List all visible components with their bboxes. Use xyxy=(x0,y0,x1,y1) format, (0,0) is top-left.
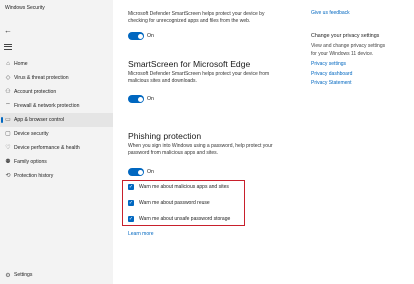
sidebar-item-home[interactable]: ⌂ Home xyxy=(0,57,113,71)
edge-toggle-label: On xyxy=(147,96,154,102)
sidebar-item-virus-threat[interactable]: ◇ Virus & threat protection xyxy=(0,71,113,85)
sidebar-item-label: Family options xyxy=(14,159,47,165)
sidebar-item-protection-history[interactable]: ⟲ Protection history xyxy=(0,169,113,183)
intro-toggle[interactable] xyxy=(128,32,144,40)
sidebar-item-app-browser[interactable]: ▭ App & browser control xyxy=(0,113,113,127)
shield-icon: ◇ xyxy=(5,75,11,81)
privacy-text-line-2: for your Windows 11 device. xyxy=(311,51,374,57)
phishing-toggle[interactable] xyxy=(128,168,144,176)
sidebar-item-account[interactable]: ⚇ Account protection xyxy=(0,85,113,99)
sidebar-item-label: App & browser control xyxy=(14,117,65,123)
privacy-dashboard-link[interactable]: Privacy dashboard xyxy=(311,71,352,77)
gear-icon: ⚙ xyxy=(5,272,11,279)
intro-toggle-label: On xyxy=(147,33,154,39)
sidebar: ← ⌂ Home ◇ Virus & threat protection ⚇ A… xyxy=(0,16,113,284)
sidebar-item-firewall[interactable]: ⌔ Firewall & network protection xyxy=(0,99,113,113)
sidebar-item-device-security[interactable]: ▢ Device security xyxy=(0,127,113,141)
sidebar-item-label: Device security xyxy=(14,131,49,137)
sidebar-item-settings[interactable]: ⚙ Settings xyxy=(0,268,113,282)
privacy-settings-link[interactable]: Privacy settings xyxy=(311,61,346,67)
learn-more-link[interactable]: Learn more xyxy=(128,231,154,237)
sidebar-item-label: Firewall & network protection xyxy=(14,103,80,109)
checkbox-label: Warn me about malicious apps and sites xyxy=(139,184,229,190)
back-arrow-icon[interactable]: ← xyxy=(4,27,12,35)
phishing-line-2: password from malicious apps and sites. xyxy=(128,150,219,156)
privacy-text-line-1: View and change privacy settings xyxy=(311,43,386,49)
home-icon: ⌂ xyxy=(6,61,10,67)
sidebar-item-family[interactable]: ⚉ Family options xyxy=(0,155,113,169)
intro-line-2: checking for unrecognized apps and files… xyxy=(128,18,251,24)
device-icon: ▢ xyxy=(5,131,11,137)
checkbox-unsafe-storage[interactable]: ✓ Warn me about unsafe password storage xyxy=(128,216,230,222)
edge-heading: SmartScreen for Microsoft Edge xyxy=(128,59,251,69)
person-icon: ⚇ xyxy=(5,89,11,95)
edge-toggle[interactable] xyxy=(128,95,144,103)
checkbox-label: Warn me about password reuse xyxy=(139,200,210,206)
heart-icon: ♡ xyxy=(5,145,11,151)
settings-label: Settings xyxy=(14,272,33,278)
family-icon: ⚉ xyxy=(5,159,11,165)
privacy-statement-link[interactable]: Privacy Statement xyxy=(311,80,352,86)
sidebar-item-label: Home xyxy=(14,61,28,67)
app-window-icon: ▭ xyxy=(5,117,11,123)
sidebar-item-label: Account protection xyxy=(14,89,57,95)
privacy-heading: Change your privacy settings xyxy=(311,33,380,39)
window-title: Windows Security xyxy=(5,5,45,11)
sidebar-item-device-performance[interactable]: ♡ Device performance & health xyxy=(0,141,113,155)
checkbox-malicious-apps[interactable]: ✓ Warn me about malicious apps and sites xyxy=(128,184,229,190)
checkmark-icon: ✓ xyxy=(128,200,134,206)
checkmark-icon: ✓ xyxy=(128,216,134,222)
phishing-toggle-label: On xyxy=(147,169,154,175)
checkbox-password-reuse[interactable]: ✓ Warn me about password reuse xyxy=(128,200,210,206)
wifi-icon: ⌔ xyxy=(5,103,11,109)
hamburger-menu-icon[interactable] xyxy=(4,42,12,51)
edge-line-2: malicious sites and downloads. xyxy=(128,78,197,84)
checkmark-icon: ✓ xyxy=(128,184,134,190)
history-icon: ⟲ xyxy=(5,173,11,179)
checkbox-label: Warn me about unsafe password storage xyxy=(139,216,231,222)
sidebar-nav: ⌂ Home ◇ Virus & threat protection ⚇ Acc… xyxy=(0,57,113,183)
sidebar-item-label: Protection history xyxy=(14,173,54,179)
feedback-link[interactable]: Give us feedback xyxy=(311,10,350,16)
sidebar-item-label: Device performance & health xyxy=(14,145,80,151)
windows-security-window: Windows Security ← ⌂ Home ◇ Virus & thre… xyxy=(0,0,414,284)
sidebar-item-label: Virus & threat protection xyxy=(14,75,69,81)
phishing-heading: Phishing protection xyxy=(128,131,202,141)
